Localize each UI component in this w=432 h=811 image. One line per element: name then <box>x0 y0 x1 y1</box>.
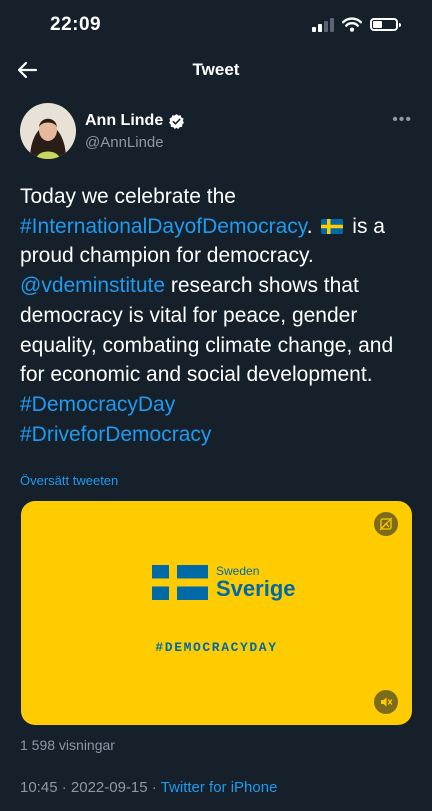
wifi-icon <box>342 17 362 32</box>
avatar[interactable] <box>20 103 76 159</box>
media-hashtag-text: #DEMOCRACYDAY <box>155 640 278 655</box>
verified-badge-icon <box>169 113 185 129</box>
meta-separator: · <box>147 779 161 796</box>
tweet-text-segment: Today we celebrate the <box>20 185 236 208</box>
author-name-row: Ann Linde <box>85 112 185 130</box>
page-title: Tweet <box>192 60 240 79</box>
hashtag-link[interactable]: #DriveforDemocracy <box>20 423 211 446</box>
status-bar: 22:09 <box>0 0 432 50</box>
mention-link[interactable]: @vdeminstitute <box>20 274 165 297</box>
more-options-icon[interactable]: ••• <box>392 111 412 129</box>
tweet-date[interactable]: 2022-09-15 <box>71 779 148 796</box>
status-time: 22:09 <box>50 14 102 35</box>
hashtag-link[interactable]: #InternationalDayofDemocracy <box>20 215 307 238</box>
cellular-signal-icon <box>312 17 334 32</box>
logo-big-text: Sverige <box>216 576 296 601</box>
tweet-text-segment: . <box>306 214 319 238</box>
media-card[interactable]: Sweden Sverige #DEMOCRACYDAY <box>21 501 412 725</box>
tweet-time[interactable]: 10:45 <box>20 779 58 796</box>
battery-icon <box>370 18 401 31</box>
tweet-author: Ann Linde @AnnLinde ••• <box>20 103 420 163</box>
view-count: 1 598 visningar <box>20 737 115 753</box>
author-handle[interactable]: @AnnLinde <box>85 134 164 151</box>
media-sensitive-icon[interactable] <box>374 512 398 536</box>
avatar-image <box>20 103 76 159</box>
tweet-text: Today we celebrate the #InternationalDay… <box>20 182 416 449</box>
meta-separator: · <box>57 779 71 796</box>
status-icons <box>312 17 401 32</box>
sweden-flag-icon <box>152 565 208 600</box>
translate-tweet-link[interactable]: Översätt tweeten <box>20 473 118 488</box>
sweden-flag-icon <box>321 218 344 234</box>
tweet-source-link[interactable]: Twitter for iPhone <box>161 779 278 796</box>
sweden-logo: Sweden Sverige <box>152 565 296 600</box>
hashtag-link[interactable]: #DemocracyDay <box>20 393 175 416</box>
tweet-meta: 10:45 · 2022-09-15 · Twitter for iPhone <box>20 779 277 796</box>
mute-icon[interactable] <box>374 690 398 714</box>
author-name[interactable]: Ann Linde <box>85 112 163 130</box>
top-nav-bar: Tweet <box>0 50 432 92</box>
